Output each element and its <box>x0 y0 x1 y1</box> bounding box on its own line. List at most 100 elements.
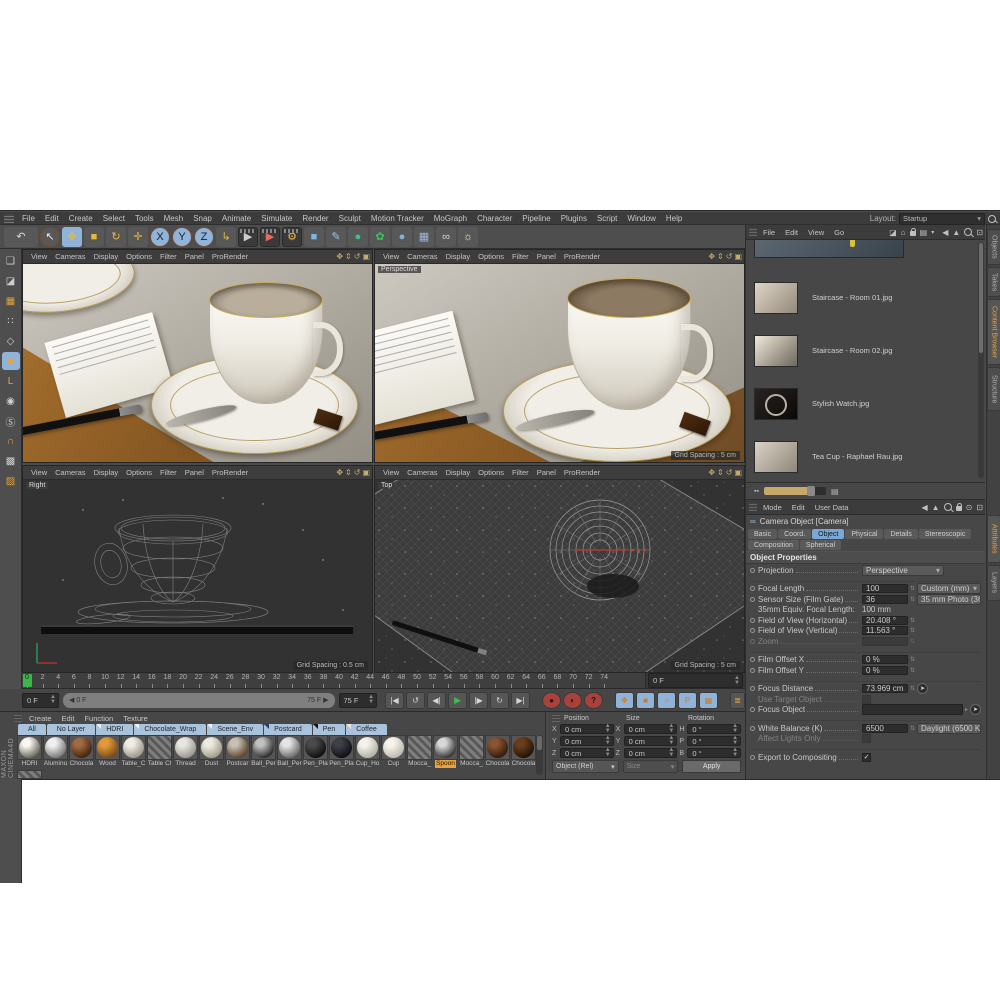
file-item-tea-cup-raphael-rau-jpg[interactable]: Tea Cup - Raphael Rau.jpg <box>746 430 985 483</box>
size-mode-dropdown[interactable]: Size▾ <box>623 760 679 773</box>
attr-checkbox[interactable] <box>862 695 871 704</box>
lock-icon[interactable] <box>910 231 916 236</box>
menu-motion-tracker[interactable]: Motion Tracker <box>366 214 429 223</box>
material-wood[interactable]: Wood <box>95 735 120 768</box>
picker-icon[interactable]: ➤ <box>917 683 928 694</box>
search-icon[interactable] <box>988 215 996 223</box>
attr-value-field[interactable]: 0 % <box>862 655 908 664</box>
point-mode-icon[interactable]: ∷ <box>2 312 20 330</box>
menu-tools[interactable]: Tools <box>130 214 159 223</box>
attr-dropdown[interactable]: Custom (mm)▾ <box>917 583 981 594</box>
viewport-right[interactable]: ViewCamerasDisplayOptionsFilterPanelProR… <box>22 465 373 673</box>
key-pla-button[interactable]: ▦ <box>699 692 718 709</box>
home-icon[interactable]: ⌂ <box>901 228 906 237</box>
viewport-menu-cameras[interactable]: Cameras <box>403 468 441 477</box>
up-icon[interactable]: ▲ <box>952 228 960 237</box>
viewport-menu-filter[interactable]: Filter <box>156 252 181 261</box>
material-mocca[interactable]: Mocca_ <box>459 735 484 768</box>
autokeying-button[interactable]: ◐ <box>563 692 582 709</box>
edge-mode-icon[interactable]: ◇ <box>2 332 20 350</box>
toggle-view-icon[interactable]: ▣ <box>362 252 370 261</box>
material-thread[interactable]: Thread <box>173 735 198 768</box>
polygon-mode-icon[interactable]: ■ <box>2 352 20 370</box>
animate-dot-icon[interactable] <box>750 686 755 691</box>
play-backward-button[interactable]: ↺ <box>406 692 425 709</box>
viewport-perspective[interactable]: ViewCamerasDisplayOptionsFilterPanelProR… <box>374 249 745 463</box>
lock-y-axis-button[interactable]: Y <box>172 227 192 247</box>
tab-details[interactable]: Details <box>884 529 917 539</box>
coordinate-system-button[interactable]: ↳ <box>216 227 236 247</box>
picker-icon[interactable]: ➤ <box>970 704 981 715</box>
make-editable-icon[interactable]: ❑ <box>2 252 20 270</box>
material-postcar[interactable]: Postcar <box>225 735 250 768</box>
scale-tool[interactable]: ■ <box>84 227 104 247</box>
toggle-view-icon[interactable]: ▣ <box>734 252 742 261</box>
material-dust[interactable]: Dust <box>199 735 224 768</box>
panel-icon[interactable]: ⊡ <box>976 228 983 237</box>
viewport-wireframe-area[interactable]: Top Grid Spacing : 5 cm <box>375 480 744 673</box>
pan-view-icon[interactable]: ✥ <box>708 252 715 261</box>
viewport-menu-panel[interactable]: Panel <box>181 468 208 477</box>
panel-tab-objects[interactable]: Objects <box>987 229 1000 265</box>
viewport-menu-options[interactable]: Options <box>474 252 508 261</box>
rotate-view-icon[interactable]: ↺ <box>726 468 733 477</box>
key-parameter-button[interactable]: P <box>678 692 697 709</box>
animate-dot-icon[interactable] <box>750 597 755 602</box>
menu-simulate[interactable]: Simulate <box>256 214 297 223</box>
layer-tab-pen[interactable]: Pen <box>313 724 345 735</box>
menu-create[interactable]: Create <box>24 714 57 723</box>
animate-dot-icon[interactable] <box>750 668 755 673</box>
tab-coord[interactable]: Coord. <box>778 529 811 539</box>
viewport-menu-filter[interactable]: Filter <box>508 252 533 261</box>
layer-tab-coffee[interactable]: Coffee <box>346 724 387 735</box>
frame-range-slider[interactable]: ◀ 0 F 75 F ▶ <box>63 693 335 708</box>
snap-icon[interactable]: Ⓢ <box>2 412 20 430</box>
material-chocola[interactable]: Chocola <box>69 735 94 768</box>
menu-texture[interactable]: Texture <box>118 714 153 723</box>
material-table-cl[interactable]: Table Cl <box>147 735 172 768</box>
enable-axis-icon[interactable]: L <box>2 372 20 390</box>
lock-icon[interactable] <box>956 506 962 511</box>
attr-value-field[interactable]: 36 <box>862 595 908 604</box>
key-rotation-button[interactable]: ○ <box>657 692 676 709</box>
play-forward-button[interactable]: ▶ <box>448 692 467 709</box>
attr-checkbox[interactable] <box>862 734 871 743</box>
pan-view-icon[interactable]: ✥ <box>336 252 343 261</box>
add-environment-button[interactable]: ▦ <box>414 227 434 247</box>
previous-frame-button[interactable]: ◀| <box>427 692 446 709</box>
rotate-tool[interactable]: ↻ <box>106 227 126 247</box>
viewport-menu-display[interactable]: Display <box>90 252 123 261</box>
thumbnail-size-slider[interactable] <box>764 487 826 495</box>
attr-object-field[interactable] <box>862 704 963 715</box>
viewport-menu-options[interactable]: Options <box>122 252 156 261</box>
attr-value-field[interactable] <box>862 637 908 646</box>
move-tool[interactable]: ✥ <box>62 227 82 247</box>
menu-help[interactable]: Help <box>661 214 687 223</box>
timeline-ticks[interactable]: 0246810121416182022242628303234363840424… <box>22 673 645 688</box>
layout-dropdown[interactable]: Startup▾ <box>899 213 985 225</box>
back-icon[interactable]: ◀ <box>942 228 948 237</box>
material-spoon[interactable]: Spoon <box>433 735 458 768</box>
tab-stereoscopic[interactable]: Stereoscopic <box>919 529 971 539</box>
animate-dot-icon[interactable] <box>750 586 755 591</box>
attr-dropdown[interactable]: 35 mm Photo (36.0 mm)▾ <box>917 594 981 605</box>
material-row2-partial[interactable] <box>17 770 42 779</box>
timeline-frame-field[interactable]: 0 F▲▼ <box>645 673 745 688</box>
attr-checkbox[interactable]: ✓ <box>862 753 871 762</box>
viewport-menu-options[interactable]: Options <box>122 468 156 477</box>
tab-physical[interactable]: Physical <box>845 529 883 539</box>
file-item-staircase-room-02-jpg[interactable]: Staircase - Room 02.jpg <box>746 324 985 377</box>
attr-dropdown[interactable]: Daylight (6500 K)▾ <box>917 723 981 734</box>
menu-animate[interactable]: Animate <box>217 214 256 223</box>
animate-dot-icon[interactable] <box>750 707 755 712</box>
material-hdri[interactable]: HDRI <box>17 735 42 768</box>
magnet-icon[interactable]: ∩ <box>2 432 20 450</box>
viewport-solo-icon[interactable]: ◉ <box>2 392 20 410</box>
search-icon[interactable] <box>964 228 972 236</box>
search-icon[interactable] <box>944 503 952 511</box>
add-volume-button[interactable]: ● <box>392 227 412 247</box>
layer-tab-chocolate-wrap[interactable]: Chocolate_Wrap <box>134 724 206 735</box>
position-x-field[interactable]: 0 cm▲▼ <box>560 724 614 734</box>
layer-tab-postcard[interactable]: Postcard <box>264 724 312 735</box>
rotation-h-field[interactable]: 0 °▲▼ <box>687 724 741 734</box>
